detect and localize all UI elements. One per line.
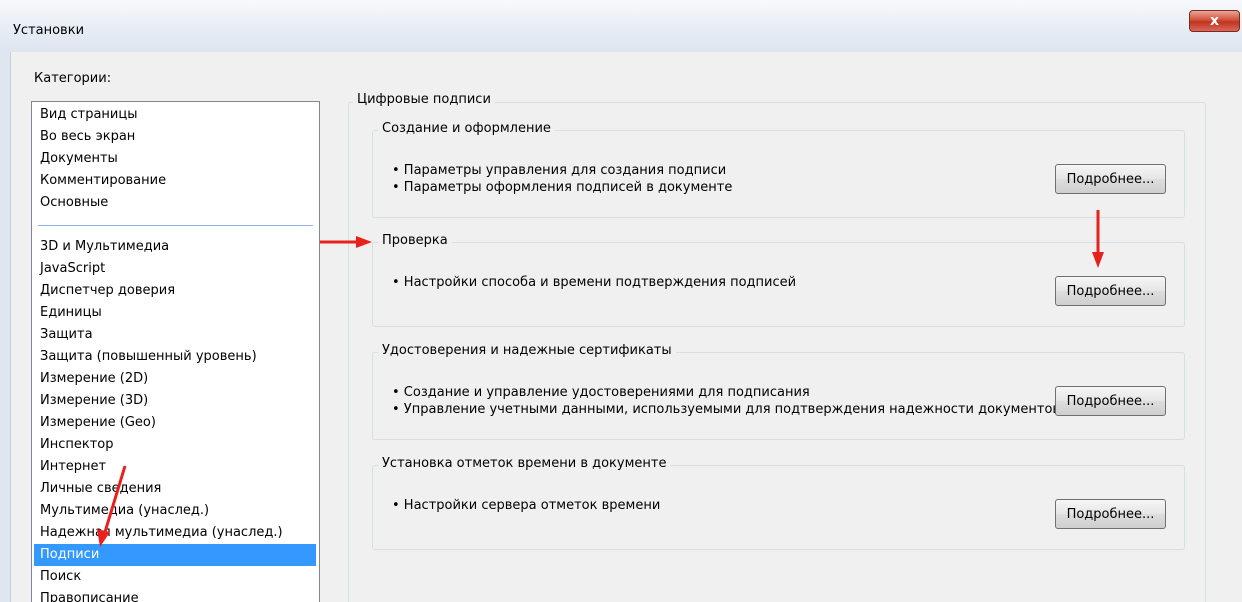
arrow-to-signatures-icon <box>97 465 127 547</box>
arrow-to-details-button-icon <box>1092 210 1104 268</box>
arrow-to-verification-icon <box>320 236 372 248</box>
preferences-window: Установки x Категории: Вид страницы Во в… <box>0 0 1242 602</box>
annotation-arrows <box>97 210 1104 547</box>
